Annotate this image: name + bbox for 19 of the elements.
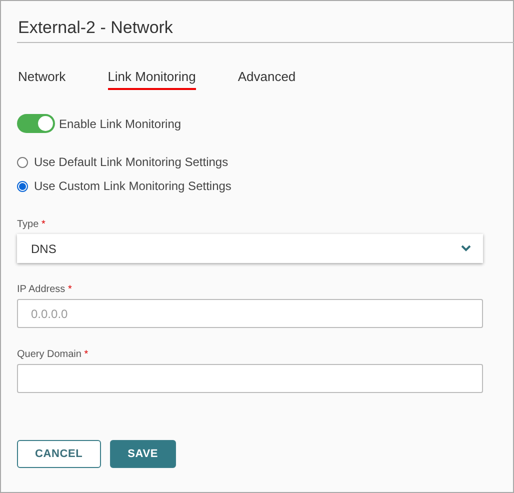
text-input[interactable]: 0.0.0.0 [17, 299, 483, 328]
radio-button[interactable] [17, 180, 28, 192]
radio-label: Use Default Link Monitoring Settings [34, 155, 228, 169]
chevron-down-icon [461, 245, 471, 252]
tab[interactable]: Link Monitoring [108, 69, 196, 90]
text-input[interactable] [17, 364, 483, 393]
type-dropdown[interactable]: DNS [17, 234, 483, 263]
tab[interactable]: Network [18, 69, 66, 90]
cancel-button[interactable]: CANCEL [17, 440, 101, 468]
toggle-switch[interactable] [17, 114, 55, 133]
save-button[interactable]: SAVE [110, 440, 176, 468]
toggle-label: Enable Link Monitoring [59, 116, 182, 130]
radio-button[interactable] [17, 156, 28, 168]
field-label: Type * [17, 219, 46, 230]
radio-label: Use Custom Link Monitoring Settings [34, 179, 232, 193]
tab[interactable]: Advanced [238, 69, 296, 90]
page-title: External-2 - Network [17, 1, 514, 43]
field-label: Query Domain * [17, 349, 90, 360]
field-label: IP Address * [17, 284, 73, 295]
